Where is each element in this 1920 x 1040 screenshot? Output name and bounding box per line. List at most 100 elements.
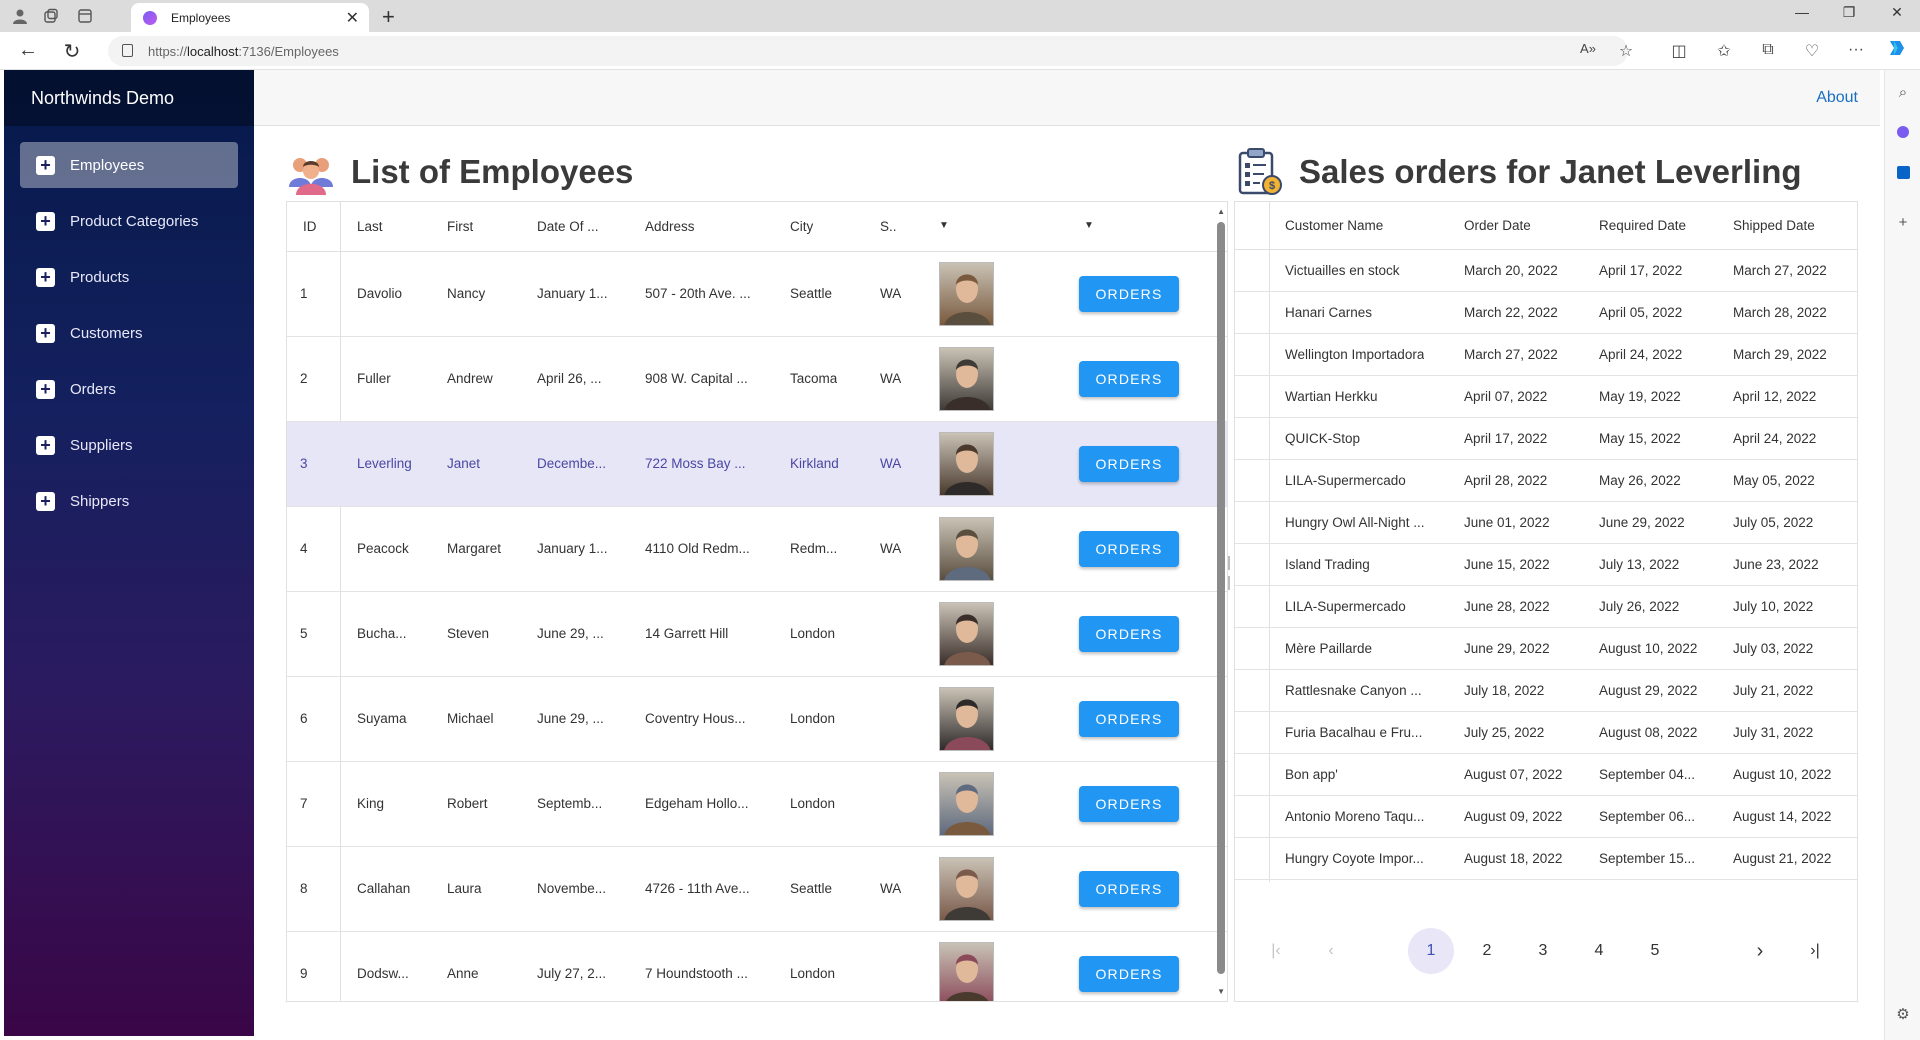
read-aloud-icon[interactable]: A» xyxy=(1577,41,1599,56)
scroll-up-icon[interactable]: ▲ xyxy=(1217,207,1225,216)
cell-order: August 09, 2022 xyxy=(1464,809,1563,824)
favorites-icon[interactable]: ✩ xyxy=(1713,41,1735,61)
search-icon[interactable]: ⌕ xyxy=(1893,82,1913,102)
outlook-icon[interactable] xyxy=(1893,162,1913,182)
col-header-id[interactable]: ID xyxy=(303,219,317,234)
orders-button[interactable]: ORDERS xyxy=(1079,361,1179,397)
employee-row[interactable]: 3 Leverling Janet Decembe... 722 Moss Bay ..… xyxy=(287,422,1227,507)
profile-icon[interactable] xyxy=(10,6,30,26)
order-row[interactable]: LILA-Supermercado April 28, 2022 May 26, 2… xyxy=(1235,460,1857,502)
tab-actions-icon[interactable] xyxy=(75,6,95,26)
action-col-dropdown-icon[interactable]: ▼ xyxy=(1084,220,1094,231)
col-header-order-date[interactable]: Order Date xyxy=(1464,218,1531,233)
col-header-required-date[interactable]: Required Date xyxy=(1599,218,1686,233)
pager-page-2[interactable]: 2 xyxy=(1464,928,1510,974)
sidebar-item-customers[interactable]: + Customers xyxy=(20,310,238,356)
restore-icon[interactable]: ❐ xyxy=(1834,4,1864,21)
pager-prev-icon[interactable]: ‹ xyxy=(1308,928,1354,974)
order-row[interactable]: Victuailles en stock March 20, 2022 April … xyxy=(1235,250,1857,292)
window-close-icon[interactable]: ✕ xyxy=(1882,4,1912,21)
cell-city: London xyxy=(790,966,836,981)
browser-tab-employees[interactable]: Employees ✕ xyxy=(131,3,369,32)
order-row[interactable]: QUICK-Stop April 17, 2022 May 15, 2022 Apri… xyxy=(1235,418,1857,460)
order-row[interactable]: Wellington Importadora March 27, 2022 Apri… xyxy=(1235,334,1857,376)
about-link[interactable]: About xyxy=(1816,89,1858,107)
new-tab-icon[interactable]: + xyxy=(382,4,395,30)
pager-page-4[interactable]: 4 xyxy=(1576,928,1622,974)
refresh-icon[interactable]: ↻ xyxy=(60,39,84,64)
browser-essentials-icon[interactable]: ♡ xyxy=(1801,41,1823,61)
orders-button[interactable]: ORDERS xyxy=(1079,446,1179,482)
back-icon[interactable]: ← xyxy=(16,39,40,62)
orders-button[interactable]: ORDERS xyxy=(1079,956,1179,992)
split-screen-icon[interactable]: ◫ xyxy=(1668,41,1690,61)
employee-row[interactable]: 4 Peacock Margaret January 1... 4110 Old Red… xyxy=(287,507,1227,592)
order-row[interactable]: Antonio Moreno Taqu... August 09, 2022 Sep… xyxy=(1235,796,1857,838)
col-header-last[interactable]: Last xyxy=(357,219,383,234)
employee-row[interactable]: 7 King Robert Septemb... Edgeham Hollo... Lon… xyxy=(287,762,1227,847)
employee-row[interactable]: 6 Suyama Michael June 29, ... Coventry Hous.… xyxy=(287,677,1227,762)
order-row[interactable]: Hungry Coyote Impor... August 18, 2022 Sep… xyxy=(1235,838,1857,880)
copilot-icon[interactable] xyxy=(1886,37,1908,64)
col-header-date[interactable]: Date Of ... xyxy=(537,219,599,234)
minimize-icon[interactable]: — xyxy=(1787,4,1817,20)
pager-page-3[interactable]: 3 xyxy=(1520,928,1566,974)
orders-button[interactable]: ORDERS xyxy=(1079,786,1179,822)
cell-customer: Hungry Coyote Impor... xyxy=(1285,851,1424,866)
order-row[interactable]: Island Trading June 15, 2022 July 13, 2022… xyxy=(1235,544,1857,586)
pager-page-5[interactable]: 5 xyxy=(1632,928,1678,974)
pager-first-icon[interactable]: |‹ xyxy=(1253,928,1299,974)
panel-splitter-handle[interactable] xyxy=(1228,550,1231,600)
orders-button[interactable]: ORDERS xyxy=(1079,701,1179,737)
col-header-shipped-date[interactable]: Shipped Date xyxy=(1733,218,1815,233)
employee-row[interactable]: 2 Fuller Andrew April 26, ... 908 W. Capital… xyxy=(287,337,1227,422)
sidebar-item-product-categories[interactable]: + Product Categories xyxy=(20,198,238,244)
order-row[interactable]: LILA-Supermercado June 28, 2022 July 26, 2… xyxy=(1235,586,1857,628)
sidebar-item-label: Shippers xyxy=(70,492,130,510)
orders-button[interactable]: ORDERS xyxy=(1079,276,1179,312)
add-sidebar-app-icon[interactable]: + xyxy=(1893,212,1913,232)
workspaces-icon[interactable] xyxy=(41,6,61,26)
col-header-address[interactable]: Address xyxy=(645,219,695,234)
col-header-customer[interactable]: Customer Name xyxy=(1285,218,1383,233)
scroll-down-icon[interactable]: ▼ xyxy=(1217,987,1225,996)
employee-row[interactable]: 5 Bucha... Steven June 29, ... 14 Garrett Hi… xyxy=(287,592,1227,677)
col-header-state[interactable]: S.. xyxy=(880,219,897,234)
favorite-star-icon[interactable]: ☆ xyxy=(1615,41,1637,61)
order-row[interactable]: Bon app' August 07, 2022 September 04... Au… xyxy=(1235,754,1857,796)
col-header-first[interactable]: First xyxy=(447,219,473,234)
brand-title[interactable]: Northwinds Demo xyxy=(4,70,254,126)
more-menu-icon[interactable]: ··· xyxy=(1845,41,1867,59)
sidebar-item-employees[interactable]: + Employees xyxy=(20,142,238,188)
orders-button[interactable]: ORDERS xyxy=(1079,531,1179,567)
orders-button[interactable]: ORDERS xyxy=(1079,616,1179,652)
order-row[interactable]: Wartian Herkku April 07, 2022 May 19, 2022… xyxy=(1235,376,1857,418)
col-header-city[interactable]: City xyxy=(790,219,813,234)
employee-row[interactable]: 9 Dodsw... Anne July 27, 2... 7 Houndstooth … xyxy=(287,932,1227,1001)
employee-row[interactable]: 1 Davolio Nancy January 1... 507 - 20th Ave.… xyxy=(287,252,1227,337)
pager-last-icon[interactable]: ›| xyxy=(1792,928,1838,974)
photo-col-dropdown-icon[interactable]: ▼ xyxy=(939,220,949,231)
employees-scrollbar[interactable] xyxy=(1217,222,1225,981)
close-tab-icon[interactable]: ✕ xyxy=(346,8,359,28)
order-row[interactable]: Mère Paillarde June 29, 2022 August 10, 20… xyxy=(1235,628,1857,670)
pager-next-icon[interactable]: › xyxy=(1737,928,1783,974)
order-row[interactable]: Rattlesnake Canyon ... July 18, 2022 Augus… xyxy=(1235,670,1857,712)
order-row[interactable]: Furia Bacalhau e Fru... July 25, 2022 Augu… xyxy=(1235,712,1857,754)
sidebar-item-shippers[interactable]: + Shippers xyxy=(20,478,238,524)
orders-button[interactable]: ORDERS xyxy=(1079,871,1179,907)
pager-page-1[interactable]: 1 xyxy=(1408,928,1454,974)
employee-row[interactable]: 8 Callahan Laura Novembe... 4726 - 11th Ave.… xyxy=(287,847,1227,932)
collections-icon[interactable]: ⧉ xyxy=(1757,41,1779,59)
order-row[interactable]: Hanari Carnes March 22, 2022 April 05, 202… xyxy=(1235,292,1857,334)
sidebar-item-orders[interactable]: + Orders xyxy=(20,366,238,412)
cell-order: April 07, 2022 xyxy=(1464,389,1548,404)
order-row[interactable]: Hungry Owl All-Night ... June 01, 2022 Jun… xyxy=(1235,502,1857,544)
scrollbar-thumb[interactable] xyxy=(1217,222,1225,974)
sidebar-item-suppliers[interactable]: + Suppliers xyxy=(20,422,238,468)
sidebar-item-products[interactable]: + Products xyxy=(20,254,238,300)
sidebar-settings-icon[interactable]: ⚙ xyxy=(1893,1004,1913,1024)
copilot-app-icon[interactable] xyxy=(1893,122,1913,142)
url-field[interactable]: https://localhost:7136/Employees xyxy=(108,36,1628,66)
plus-icon: + xyxy=(36,267,55,287)
